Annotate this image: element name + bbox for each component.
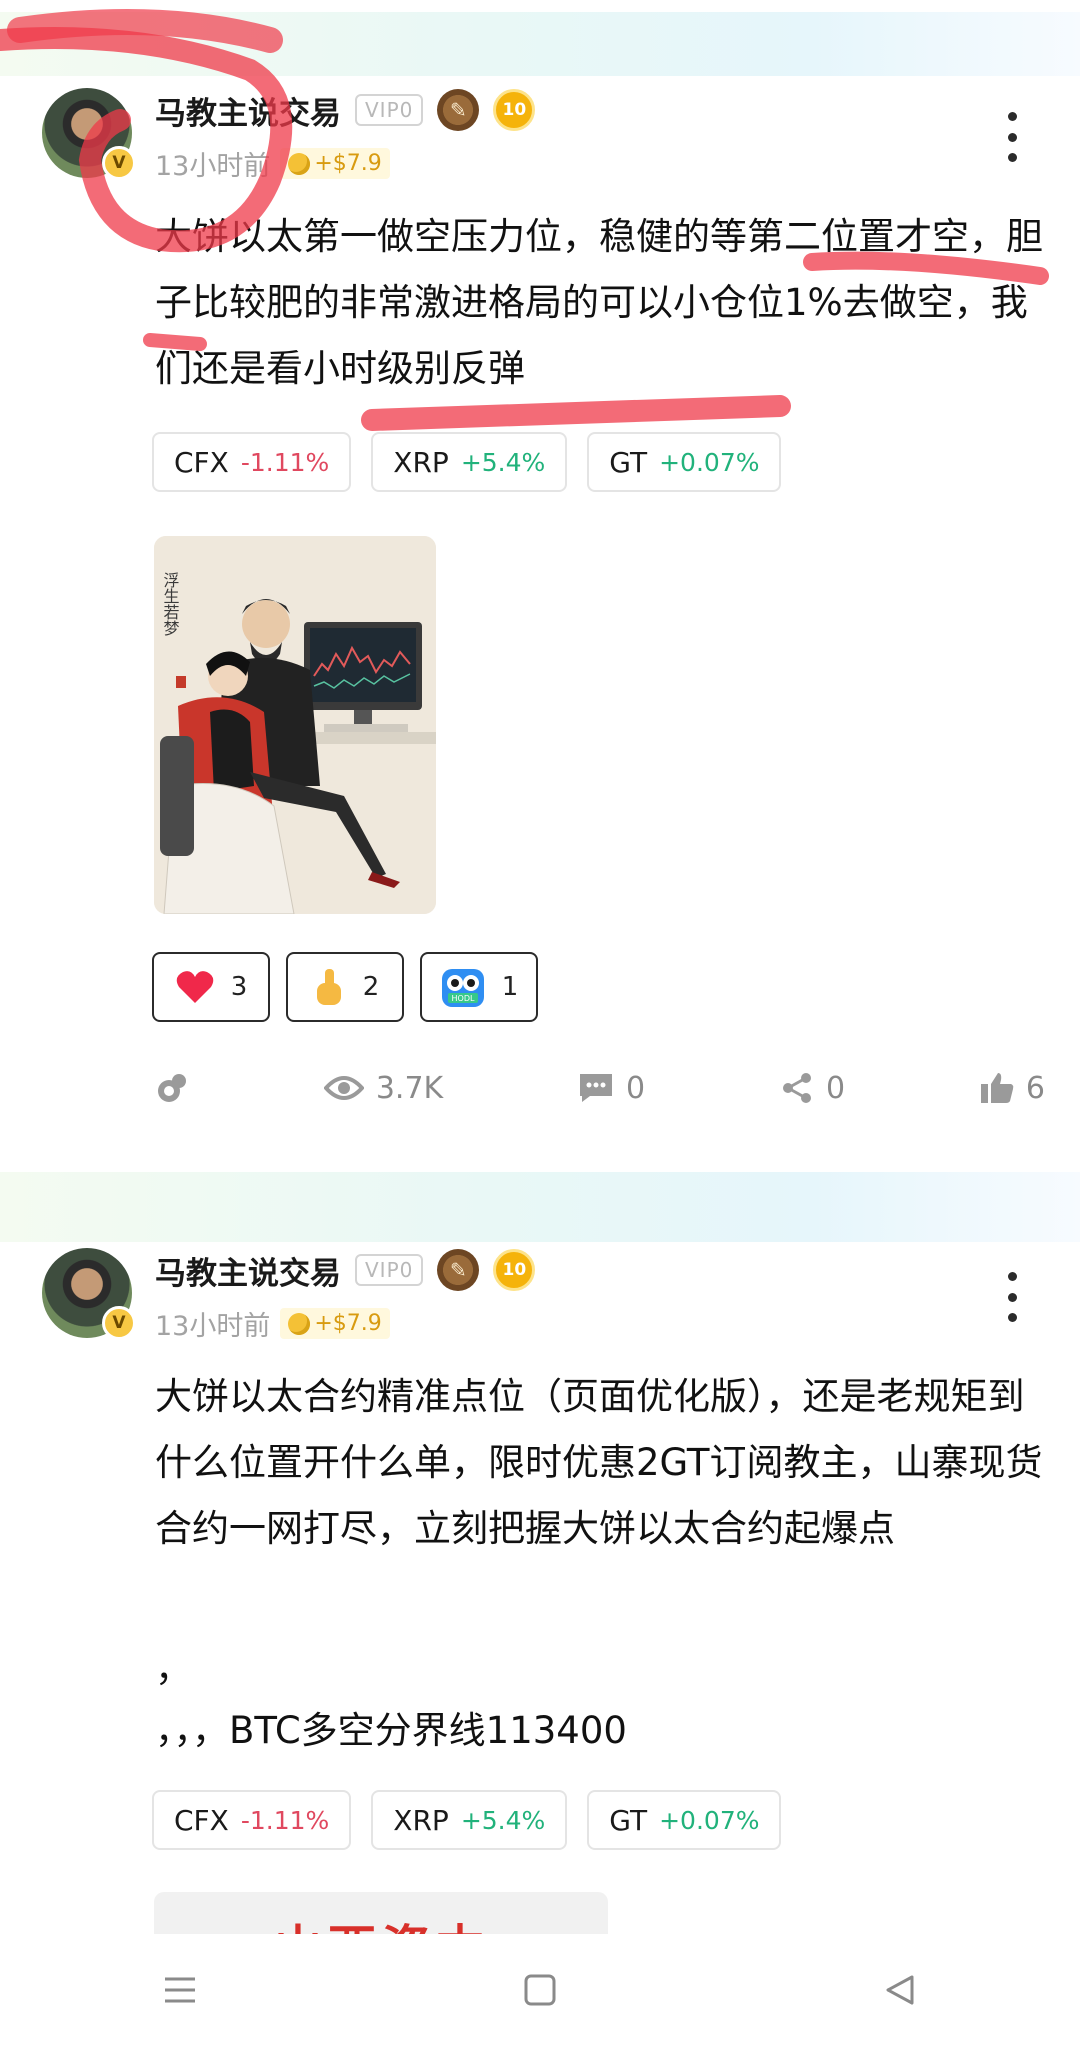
reaction-hodl[interactable]: HODL 1: [420, 952, 538, 1022]
profit-value: +$7.9: [314, 1311, 382, 1336]
reaction-count: 3: [230, 972, 248, 1002]
author-row: 马教主说交易 VIP0 ✎ 10: [155, 1248, 536, 1293]
system-nav-bar: [0, 1934, 1080, 2046]
scroll-badge-icon: ✎: [437, 89, 480, 131]
post-meta: 13小时前 +$7.9: [155, 144, 390, 183]
avatar[interactable]: V: [42, 88, 136, 180]
illustration-image: 浮生若梦: [154, 536, 436, 914]
likes-value: 6: [1025, 1070, 1045, 1106]
coin-tag-cfx[interactable]: CFX -1.11%: [152, 432, 352, 492]
coin-tag-gt[interactable]: GT +0.07%: [587, 432, 782, 492]
post-image[interactable]: 山西资本: [154, 1892, 608, 1934]
coin-symbol: GT: [609, 445, 648, 479]
post-header-gradient: [0, 12, 1080, 76]
post-text[interactable]: 大饼以太第一做空压力位，稳健的等第二位置才空，胆子比较肥的非常激进格局的可以小仓…: [155, 204, 1045, 402]
more-options-icon[interactable]: [1000, 112, 1024, 162]
reaction-heart[interactable]: 3: [152, 952, 270, 1022]
tip-coin-icon: [158, 1074, 186, 1102]
eye-icon: [323, 1076, 364, 1100]
verified-badge-icon: V: [102, 1306, 136, 1340]
coin-tag-cfx[interactable]: CFX -1.11%: [152, 1790, 352, 1850]
profit-badge: +$7.9: [280, 148, 390, 179]
hodl-label: HODL: [451, 994, 474, 1003]
shares-value: 0: [825, 1070, 846, 1106]
coin-change: +0.07%: [659, 1805, 760, 1835]
reaction-count: 1: [501, 972, 519, 1002]
coin-change: +0.07%: [659, 447, 760, 477]
reaction-thumbs-up[interactable]: 2: [286, 952, 404, 1022]
username[interactable]: 马教主说交易: [155, 88, 341, 133]
post-text[interactable]: 大饼以太合约精准点位（页面优化版），还是老规矩到什么位置开什么单，限时优惠2GT…: [155, 1364, 1045, 1562]
level-badge: 10: [493, 89, 536, 131]
reaction-bar: 3 2 HODL 1: [152, 952, 538, 1022]
coin-tag-xrp[interactable]: XRP +5.4%: [371, 432, 568, 492]
thumbs-up-icon: [980, 1073, 1014, 1103]
coin-tag-xrp[interactable]: XRP +5.4%: [371, 1790, 568, 1850]
thumbs-up-emoji-icon: [316, 969, 341, 1005]
coin-change: -1.11%: [240, 1805, 330, 1835]
post-time: 13小时前: [155, 1311, 271, 1342]
coin-symbol: CFX: [174, 445, 229, 479]
vip-badge: VIP0: [355, 1254, 424, 1286]
coin-symbol: CFX: [174, 1803, 229, 1837]
back-button[interactable]: [860, 1960, 940, 2020]
views-value: 3.7K: [375, 1070, 444, 1106]
more-options-icon[interactable]: [1000, 1272, 1024, 1322]
coin-symbol: GT: [609, 1803, 648, 1837]
avatar[interactable]: V: [42, 1248, 136, 1340]
post-meta: 13小时前 +$7.9: [155, 1304, 390, 1343]
verified-badge-icon: V: [102, 146, 136, 180]
author-row: 马教主说交易 VIP0 ✎ 10: [155, 88, 536, 133]
vip-badge: VIP0: [355, 94, 424, 126]
recent-apps-button[interactable]: [140, 1960, 220, 2020]
coin-tags: CFX -1.11% XRP +5.4% GT +0.07%: [152, 1790, 782, 1850]
coin-icon: [288, 1312, 311, 1335]
back-triangle-icon: [886, 1975, 914, 2005]
scroll-badge-icon: ✎: [437, 1249, 480, 1291]
reaction-count: 2: [362, 972, 380, 1002]
tip-action[interactable]: [155, 1071, 189, 1105]
coin-tag-gt[interactable]: GT +0.07%: [587, 1790, 782, 1850]
level-badge: 10: [493, 1249, 536, 1291]
share-icon: [782, 1073, 811, 1103]
coin-change: +5.4%: [460, 447, 546, 477]
comments-value: 0: [626, 1070, 646, 1106]
coin-icon: [288, 152, 311, 175]
home-button[interactable]: [500, 1960, 580, 2020]
post-text-line: ，: [155, 1647, 192, 1690]
image-caption: 山西资本: [274, 1908, 490, 1934]
coin-tags: CFX -1.11% XRP +5.4% GT +0.07%: [152, 432, 782, 492]
menu-lines-icon: [165, 1977, 195, 2003]
coin-change: +5.4%: [460, 1805, 546, 1835]
post-header-gradient: [0, 1172, 1080, 1242]
share-action[interactable]: 0: [780, 1071, 845, 1106]
comment-action[interactable]: 0: [578, 1071, 645, 1106]
square-icon: [524, 1974, 556, 2006]
coin-symbol: XRP: [393, 445, 449, 479]
post-time: 13小时前: [155, 151, 271, 182]
views-count: 3.7K: [323, 1070, 444, 1106]
coin-change: -1.11%: [240, 447, 330, 477]
hodl-owl-icon: HODL: [441, 969, 484, 1007]
coin-symbol: XRP: [393, 1803, 449, 1837]
post-text-line: ，，，BTC多空分界线113400: [155, 1709, 627, 1752]
post-image[interactable]: 浮生若梦: [154, 536, 436, 914]
username[interactable]: 马教主说交易: [155, 1248, 341, 1293]
comment-icon: [580, 1074, 613, 1102]
post-actions: 3.7K 0 0 6: [155, 1063, 1045, 1113]
profit-value: +$7.9: [314, 151, 382, 176]
profit-badge: +$7.9: [280, 1308, 390, 1339]
like-action[interactable]: 6: [980, 1071, 1045, 1106]
calligraphy-text: 浮生若梦: [161, 572, 180, 636]
heart-icon: [176, 971, 213, 1003]
